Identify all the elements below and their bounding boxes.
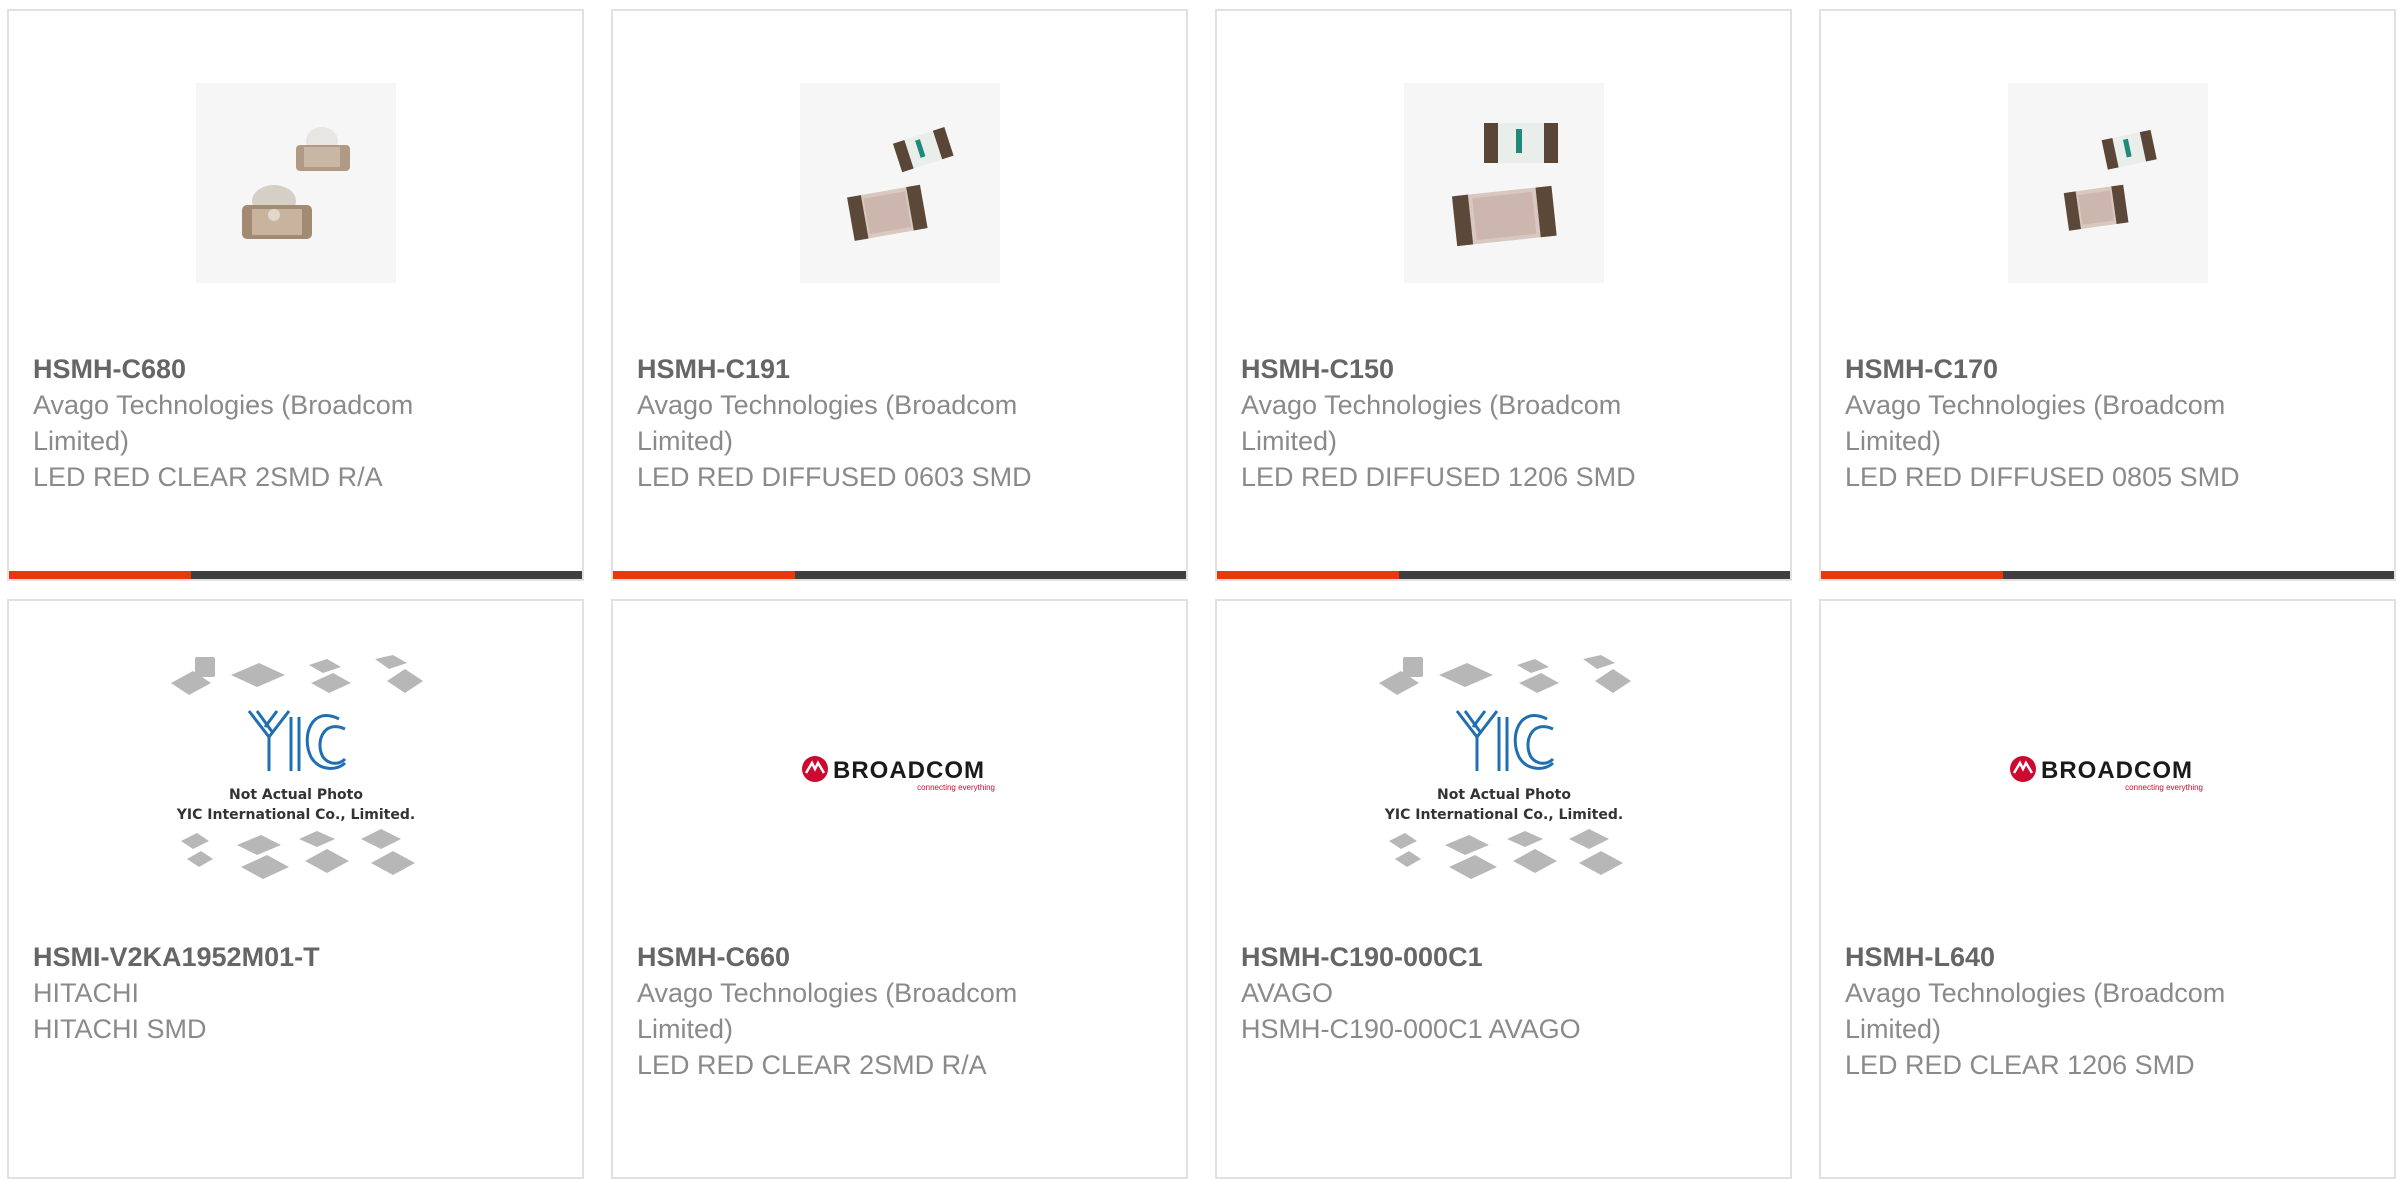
led-chip-photo-icon (1403, 83, 1604, 283)
card-underline (9, 571, 582, 579)
image-caption-line-2: YIC International Co., Limited. (1383, 807, 1622, 823)
description: HITACHI SMD (33, 1014, 207, 1044)
broadcom-logo-icon: BROADCOM connecting everything (801, 756, 995, 792)
logo-tagline: connecting everything (917, 783, 995, 792)
card-underline (613, 571, 1186, 579)
description: HSMH-C190-000C1 AVAGO (1241, 1014, 1581, 1044)
description: LED RED DIFFUSED 0603 SMD (637, 462, 1032, 492)
description: LED RED DIFFUSED 1206 SMD (1241, 462, 1636, 492)
yic-placeholder-icon: Not Actual Photo YIC International Co., … (170, 655, 423, 879)
broadcom-logo-icon: BROADCOM connecting everything (2009, 756, 2203, 792)
product-grid: HSMH-C680 Avago Technologies (Broadcom L… (0, 0, 2400, 1179)
card-underline-accent (1217, 571, 1399, 579)
part-number[interactable]: HSMH-C170 (1845, 351, 2370, 387)
product-image[interactable]: Not Actual Photo YIC International Co., … (1369, 653, 1639, 893)
part-number[interactable]: HSMH-L640 (1845, 939, 2370, 975)
manufacturer: Avago Technologies (Broadcom Limited) (637, 390, 1018, 456)
part-number[interactable]: HSMH-C680 (33, 351, 558, 387)
part-number[interactable]: HSMH-C191 (637, 351, 1162, 387)
description: LED RED CLEAR 2SMD R/A (637, 1050, 987, 1080)
product-image[interactable] (195, 83, 396, 283)
manufacturer: Avago Technologies (Broadcom Limited) (33, 390, 414, 456)
manufacturer: Avago Technologies (Broadcom Limited) (1845, 390, 2226, 456)
description: LED RED CLEAR 1206 SMD (1845, 1050, 2195, 1080)
product-image[interactable]: BROADCOM connecting everything (795, 653, 1005, 893)
product-card[interactable]: Not Actual Photo YIC International Co., … (1215, 599, 1792, 1179)
card-underline-accent (1821, 571, 2003, 579)
image-caption-line-2: YIC International Co., Limited. (175, 807, 414, 823)
led-right-angle-photo-icon (195, 83, 396, 283)
product-card[interactable]: BROADCOM connecting everything HSMH-L640… (1819, 599, 2396, 1179)
image-caption-line-1: Not Actual Photo (1437, 787, 1571, 803)
card-underline-accent (613, 571, 795, 579)
product-image[interactable] (799, 83, 1000, 283)
led-chip-photo-icon (2007, 83, 2208, 283)
description: LED RED DIFFUSED 0805 SMD (1845, 462, 2240, 492)
manufacturer: Avago Technologies (Broadcom Limited) (637, 978, 1018, 1044)
product-image[interactable] (1403, 83, 1604, 283)
product-card[interactable]: BROADCOM connecting everything HSMH-C660… (611, 599, 1188, 1179)
card-underline (1217, 571, 1790, 579)
manufacturer: HITACHI (33, 978, 139, 1008)
product-card[interactable]: Not Actual Photo YIC International Co., … (7, 599, 584, 1179)
yic-placeholder-icon: Not Actual Photo YIC International Co., … (1378, 655, 1631, 879)
image-caption-line-1: Not Actual Photo (229, 787, 363, 803)
part-number[interactable]: HSMH-C190-000C1 (1241, 939, 1766, 975)
led-chip-photo-icon (799, 83, 1000, 283)
product-card[interactable]: HSMH-C191 Avago Technologies (Broadcom L… (611, 9, 1188, 581)
description: LED RED CLEAR 2SMD R/A (33, 462, 383, 492)
product-image[interactable]: Not Actual Photo YIC International Co., … (161, 653, 431, 893)
product-card[interactable]: HSMH-C680 Avago Technologies (Broadcom L… (7, 9, 584, 581)
part-number[interactable]: HSMI-V2KA1952M01-T (33, 939, 558, 975)
product-card[interactable]: HSMH-C170 Avago Technologies (Broadcom L… (1819, 9, 2396, 581)
product-card[interactable]: HSMH-C150 Avago Technologies (Broadcom L… (1215, 9, 1792, 581)
product-image[interactable] (2007, 83, 2208, 283)
manufacturer: Avago Technologies (Broadcom Limited) (1845, 978, 2226, 1044)
logo-text: BROADCOM (2041, 757, 2193, 784)
card-underline (1821, 571, 2394, 579)
logo-text: BROADCOM (833, 757, 985, 784)
logo-tagline: connecting everything (2125, 783, 2203, 792)
manufacturer: AVAGO (1241, 978, 1334, 1008)
product-image[interactable]: BROADCOM connecting everything (2003, 653, 2213, 893)
card-underline-accent (9, 571, 191, 579)
part-number[interactable]: HSMH-C150 (1241, 351, 1766, 387)
part-number[interactable]: HSMH-C660 (637, 939, 1162, 975)
manufacturer: Avago Technologies (Broadcom Limited) (1241, 390, 1622, 456)
